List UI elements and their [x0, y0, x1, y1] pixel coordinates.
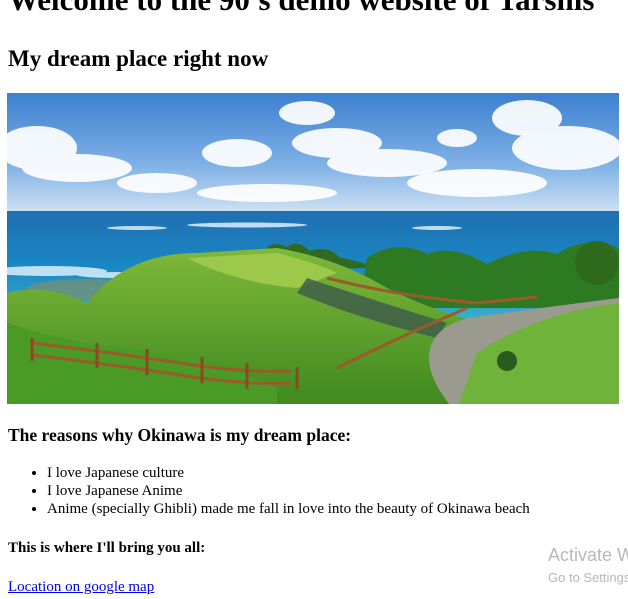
okinawa-landscape-illustration: [7, 93, 619, 404]
list-item: I love Japanese Anime: [47, 482, 530, 500]
google-map-link[interactable]: Location on google map: [8, 578, 154, 596]
list-item: Anime (specially Ghibli) made me fall in…: [47, 500, 530, 518]
watermark-title: Activate Windows: [548, 545, 628, 565]
watermark-subtitle: Go to Settings to activate Windows.: [548, 570, 628, 585]
location-heading: This is where I'll bring you all:: [8, 540, 206, 556]
reasons-heading: The reasons why Okinawa is my dream plac…: [8, 425, 352, 445]
page-subtitle: My dream place right now: [8, 46, 269, 71]
hero-image: [7, 93, 619, 404]
list-item: I love Japanese culture: [47, 464, 530, 482]
reasons-list: I love Japanese culture I love Japanese …: [8, 464, 530, 518]
page-title: Welcome to the 90's demo website of Tars…: [8, 0, 594, 18]
activate-windows-watermark: Activate Windows Go to Settings to activ…: [548, 544, 628, 586]
page: Welcome to the 90's demo website of Tars…: [0, 0, 628, 599]
